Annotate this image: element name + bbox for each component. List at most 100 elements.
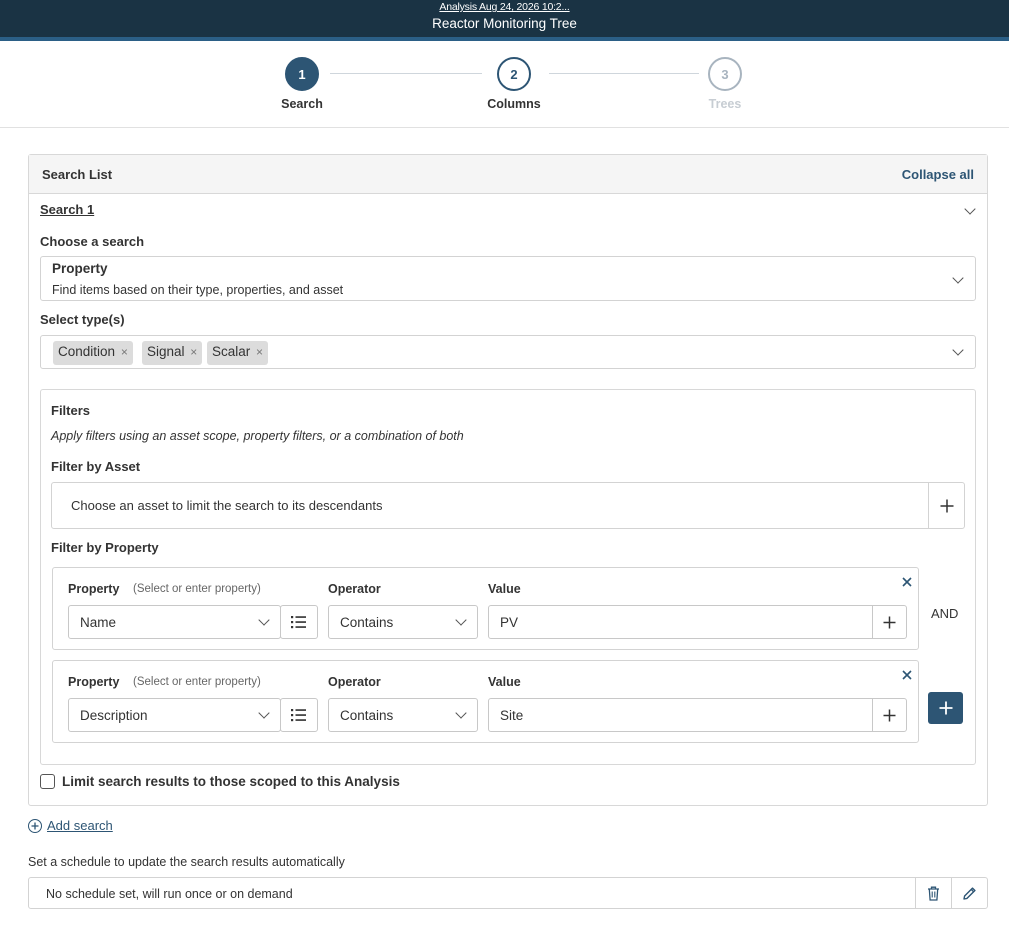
property-list-button[interactable] — [280, 698, 318, 732]
filters-title: Filters — [51, 403, 91, 418]
app-header: Analysis Aug 24, 2026 10:2... Reactor Mo… — [0, 0, 1009, 41]
type-tag-signal: Signal × — [142, 341, 203, 365]
wizard-stepper: 1 Search 2 Columns 3 Trees — [0, 41, 1009, 128]
operator-select[interactable]: Contains — [328, 605, 478, 639]
step-label: Trees — [708, 97, 742, 111]
step-columns[interactable]: 2 Columns — [469, 57, 559, 111]
filter-by-property-label: Filter by Property — [51, 540, 159, 555]
filter-conjunction[interactable]: AND — [931, 606, 958, 621]
operator-select[interactable]: Contains — [328, 698, 478, 732]
asset-filter-placeholder: Choose an asset to limit the search to i… — [71, 498, 383, 513]
value-input[interactable]: Site — [488, 698, 907, 732]
value-input-text: Site — [500, 708, 524, 723]
property-list-button[interactable] — [280, 605, 318, 639]
property-filter-row: Property (Select or enter property) Oper… — [52, 567, 919, 650]
property-select[interactable]: Name — [68, 605, 281, 639]
property-select-value: Name — [80, 615, 117, 630]
operator-select-value: Contains — [340, 708, 394, 723]
step-number: 2 — [497, 57, 531, 91]
collapse-all-button[interactable]: Collapse all — [902, 167, 974, 182]
chevron-down-icon — [952, 344, 964, 356]
search-list-header: Search List Collapse all — [29, 155, 987, 194]
add-asset-button[interactable] — [928, 483, 964, 528]
property-select[interactable]: Description — [68, 698, 281, 732]
search-list-panel: Search List Collapse all Search 1 Choose… — [28, 154, 988, 806]
pencil-icon — [963, 886, 976, 900]
trash-icon — [928, 886, 939, 901]
operator-select-value: Contains — [340, 615, 394, 630]
property-column-hint: (Select or enter property) — [133, 676, 261, 688]
schedule-label: Set a schedule to update the search resu… — [28, 855, 345, 869]
step-number: 3 — [708, 57, 742, 91]
step-label: Search — [281, 97, 323, 111]
step-number: 1 — [285, 57, 319, 91]
value-input-text: PV — [500, 615, 519, 630]
analysis-link[interactable]: Analysis Aug 24, 2026 10:2... — [0, 0, 1009, 13]
add-search-label: Add search — [47, 818, 113, 833]
operator-column-label: Operator — [328, 582, 381, 596]
type-tag-label: Signal — [147, 344, 185, 359]
close-icon — [902, 670, 912, 680]
search-type-description: Find items based on their type, properti… — [52, 283, 344, 297]
types-multiselect[interactable]: Condition × Signal × Scalar × — [40, 335, 976, 369]
search-title[interactable]: Search 1 — [40, 202, 94, 217]
limit-scope-checkbox[interactable] — [40, 774, 55, 789]
value-column-label: Value — [488, 582, 521, 596]
step-search[interactable]: 1 Search — [257, 57, 347, 111]
type-tag-scalar: Scalar × — [207, 341, 269, 365]
value-column-label: Value — [488, 675, 521, 689]
choose-search-label: Choose a search — [40, 234, 145, 249]
type-tag-label: Condition — [58, 344, 116, 359]
step-connector — [549, 73, 699, 74]
step-trees: 3 Trees — [680, 57, 770, 111]
chevron-down-icon — [258, 707, 270, 719]
schedule-field: No schedule set, will run once or on dem… — [28, 877, 988, 909]
property-column-label: Property — [68, 582, 120, 596]
tag-remove-icon[interactable]: × — [121, 345, 128, 359]
chevron-down-icon — [455, 707, 467, 719]
list-icon — [291, 616, 306, 629]
limit-scope-label: Limit search results to those scoped to … — [62, 774, 400, 789]
edit-schedule-button[interactable] — [951, 878, 987, 908]
chevron-down-icon — [952, 272, 964, 284]
search-list-title: Search List — [42, 166, 113, 182]
property-column-hint: (Select or enter property) — [133, 583, 261, 595]
chevron-down-icon — [455, 614, 467, 626]
delete-schedule-button[interactable] — [915, 878, 951, 908]
chevron-down-icon[interactable] — [964, 203, 976, 215]
remove-filter-button[interactable] — [902, 667, 912, 685]
search-type-value: Property — [52, 261, 108, 276]
close-icon — [902, 577, 912, 587]
tag-remove-icon[interactable]: × — [256, 345, 263, 359]
chevron-down-icon — [258, 614, 270, 626]
value-input[interactable]: PV — [488, 605, 907, 639]
search-type-select[interactable]: Property Find items based on their type,… — [40, 256, 976, 301]
tag-remove-icon[interactable]: × — [190, 345, 197, 359]
property-select-value: Description — [80, 708, 148, 723]
type-tag-label: Scalar — [212, 344, 251, 359]
plus-icon — [940, 499, 953, 512]
filter-by-asset-label: Filter by Asset — [51, 459, 141, 474]
add-search-link[interactable]: Add search — [28, 818, 113, 833]
add-property-filter-button[interactable] — [928, 692, 963, 724]
schedule-value: No schedule set, will run once or on dem… — [46, 887, 293, 901]
plus-icon — [939, 701, 952, 715]
plus-icon — [883, 616, 896, 628]
filters-hint: Apply filters using an asset scope, prop… — [51, 429, 464, 443]
list-icon — [291, 709, 306, 722]
type-tag-condition: Condition × — [53, 341, 133, 365]
property-column-label: Property — [68, 675, 120, 689]
remove-filter-button[interactable] — [902, 574, 912, 592]
asset-filter-input[interactable]: Choose an asset to limit the search to i… — [51, 482, 965, 529]
limit-scope-option[interactable]: Limit search results to those scoped to … — [40, 774, 400, 789]
add-value-button[interactable] — [872, 606, 906, 638]
step-label: Columns — [487, 97, 541, 111]
step-connector — [330, 73, 482, 74]
plus-icon — [883, 709, 896, 721]
add-value-button[interactable] — [872, 699, 906, 731]
filters-section: Filters Apply filters using an asset sco… — [40, 389, 976, 765]
property-filter-row: Property (Select or enter property) Oper… — [52, 660, 919, 743]
select-types-label: Select type(s) — [40, 312, 125, 327]
page-title: Reactor Monitoring Tree — [432, 16, 577, 31]
operator-column-label: Operator — [328, 675, 381, 689]
